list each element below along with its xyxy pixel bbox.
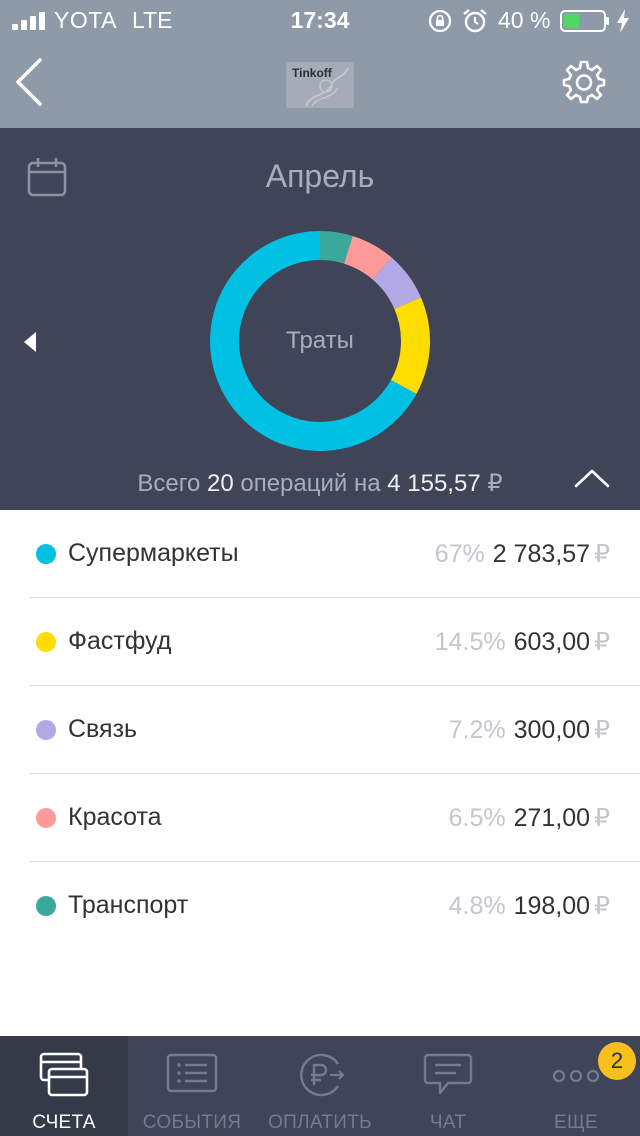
tab-label: СЧЕТА (32, 1112, 96, 1133)
category-color-dot (36, 544, 56, 564)
alarm-icon (463, 9, 487, 33)
summary-middle: операций на (240, 470, 381, 497)
category-currency: ₽ (594, 804, 610, 832)
category-list: Супермаркеты 67% 2 783,57 ₽ Фастфуд 14.5% 6… (0, 510, 640, 950)
more-notification-badge: 2 (598, 1042, 636, 1080)
summary-currency: ₽ (487, 470, 503, 497)
category-amount: 2 783,57 (492, 540, 591, 568)
events-list-icon (166, 1053, 218, 1093)
charging-icon (617, 9, 629, 33)
category-values: 7.2% 300,00 ₽ (449, 715, 610, 745)
month-title: Апрель (265, 158, 375, 194)
category-currency: ₽ (594, 628, 610, 656)
category-color-dot (36, 632, 56, 652)
category-row[interactable]: Транспорт 4.8% 198,00 ₽ (30, 862, 640, 950)
category-percent: 7.2% (448, 716, 506, 744)
category-row[interactable]: Связь 7.2% 300,00 ₽ (30, 686, 640, 774)
category-color-dot (36, 808, 56, 828)
category-currency: ₽ (594, 892, 610, 920)
top-bar: YOTA LTE 17:34 40 % Tinkoff (0, 0, 640, 128)
tab-chat[interactable]: ЧАТ (384, 1036, 512, 1136)
chart-panel: Апрель Траты Всего 20 операций на 4 155,… (0, 128, 640, 510)
category-percent: 4.8% (448, 892, 506, 920)
category-values: 14.5% 603,00 ₽ (435, 627, 610, 657)
tab-label: СОБЫТИЯ (142, 1112, 242, 1133)
category-name: Связь (68, 715, 138, 743)
spending-screen: YOTA LTE 17:34 40 % Tinkoff Апрель Траты… (0, 0, 640, 1136)
summary-prefix: Всего (137, 470, 201, 497)
cards-icon (39, 1052, 89, 1097)
tab-bar: СЧЕТА СОБЫТИЯ ОПЛАТИТЬ ЧАТ ЕЩЕ (0, 1036, 640, 1136)
category-row[interactable]: Красота 6.5% 271,00 ₽ (30, 774, 640, 862)
operations-summary: Всего 20 операций на 4 155,57 ₽ (0, 469, 640, 498)
category-name: Супермаркеты (68, 539, 239, 567)
more-dots-icon (552, 1069, 600, 1083)
bank-logo: Tinkoff (286, 62, 354, 108)
settings-gear-icon[interactable] (560, 58, 608, 106)
category-row[interactable]: Супермаркеты 67% 2 783,57 ₽ (30, 510, 640, 598)
category-currency: ₽ (594, 540, 610, 568)
category-color-dot (36, 720, 56, 740)
category-amount: 198,00 (513, 892, 591, 920)
category-values: 6.5% 271,00 ₽ (449, 803, 610, 833)
category-name: Красота (68, 803, 162, 831)
chat-bubble-icon (423, 1053, 473, 1095)
donut-center-label: Траты (286, 327, 354, 354)
category-row[interactable]: Фастфуд 14.5% 603,00 ₽ (30, 598, 640, 686)
category-currency: ₽ (594, 716, 610, 744)
category-values: 4.8% 198,00 ₽ (449, 891, 610, 921)
back-button[interactable] (10, 54, 50, 110)
category-amount: 271,00 (513, 804, 591, 832)
status-bar: YOTA LTE 17:34 40 % (0, 0, 640, 40)
ruble-pay-icon (300, 1053, 345, 1097)
rotation-lock-icon (428, 9, 452, 33)
operations-total: 4 155,57 (387, 470, 481, 497)
tab-accounts[interactable]: СЧЕТА (0, 1036, 128, 1136)
tab-label: ОПЛАТИТЬ (268, 1112, 372, 1133)
category-color-dot (36, 896, 56, 916)
category-percent: 6.5% (448, 804, 506, 832)
category-name: Фастфуд (68, 627, 172, 655)
battery-icon (560, 10, 609, 32)
category-percent: 14.5% (434, 628, 506, 656)
category-amount: 300,00 (513, 716, 591, 744)
category-percent: 67% (434, 540, 485, 568)
tab-label: ЕЩЕ (553, 1112, 599, 1133)
category-values: 67% 2 783,57 ₽ (435, 539, 610, 569)
tab-pay[interactable]: ОПЛАТИТЬ (256, 1036, 384, 1136)
category-amount: 603,00 (513, 628, 591, 656)
tab-events[interactable]: СОБЫТИЯ (128, 1036, 256, 1136)
tab-label: ЧАТ (429, 1112, 467, 1133)
previous-month-arrow-icon[interactable] (20, 330, 42, 354)
category-name: Транспорт (68, 891, 189, 919)
operations-count: 20 (206, 470, 234, 497)
battery-percent: 40 % (498, 7, 551, 33)
collapse-chevron-up-icon[interactable] (572, 466, 612, 490)
